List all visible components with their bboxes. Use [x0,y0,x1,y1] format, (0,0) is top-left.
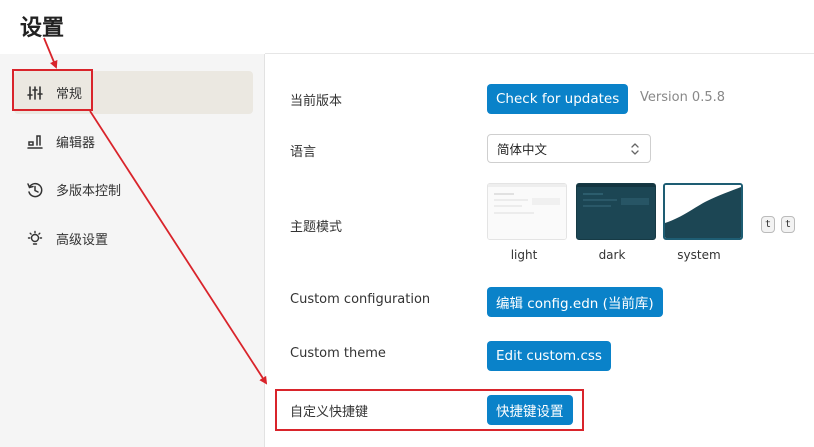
settings-title: 设置 [20,16,65,41]
theme-label-dark: dark [598,248,626,262]
theme-label-light: light [510,248,538,262]
theme-shortcut-key: t [761,216,775,233]
theme-label: 主题模式 [290,220,343,235]
settings-sidebar: 常规 编辑器 多版本控制 高级设置 [0,54,265,447]
history-icon [26,181,44,199]
highlight-box-shortcuts [275,389,584,431]
language-select[interactable]: 简体中文 [487,134,651,163]
language-label: 语言 [290,145,317,160]
sidebar-item-label: 编辑器 [56,136,96,151]
editor-icon [26,133,44,151]
sidebar-item-advanced[interactable]: 高级设置 [14,217,253,260]
theme-option-system[interactable] [663,183,743,240]
edit-config-button[interactable]: 编辑 config.edn (当前库) [487,287,663,317]
sidebar-item-editor[interactable]: 编辑器 [14,120,253,163]
theme-shortcut-key: t [781,216,795,233]
custom-theme-label: Custom theme [290,346,386,361]
sidebar-item-version-control[interactable]: 多版本控制 [14,168,253,211]
bulb-icon [26,230,44,248]
edit-custom-css-button[interactable]: Edit custom.css [487,341,611,371]
language-select-value: 简体中文 [497,142,548,157]
version-label: 当前版本 [290,94,343,109]
highlight-box-general [12,69,93,111]
custom-config-label: Custom configuration [290,292,431,307]
theme-option-light[interactable] [487,183,567,240]
theme-label-system: system [677,248,721,262]
check-updates-button[interactable]: Check for updates [487,84,629,114]
select-chevron-icon [630,141,640,157]
sidebar-item-label: 高级设置 [56,233,109,248]
version-text: Version 0.5.8 [640,90,726,105]
sidebar-item-label: 多版本控制 [56,184,122,199]
theme-option-dark[interactable] [576,183,656,240]
